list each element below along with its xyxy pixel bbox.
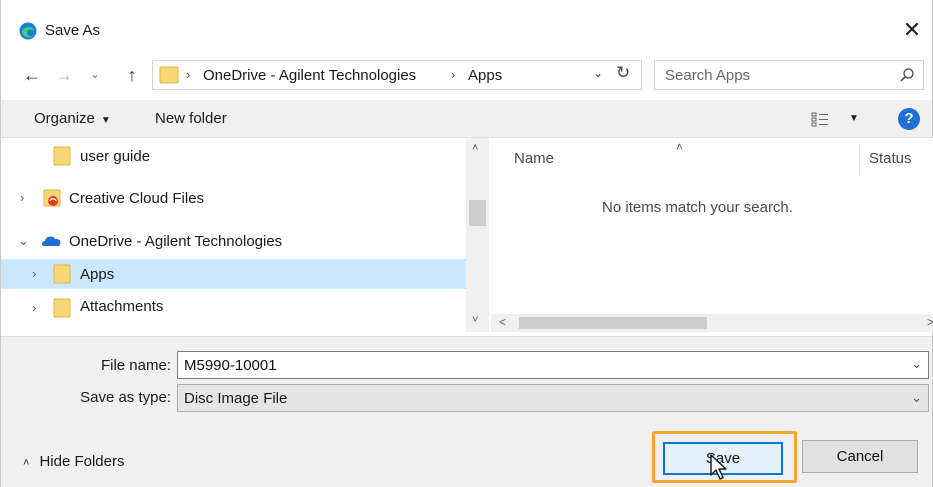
- folder-icon: [53, 298, 71, 318]
- address-dropdown-icon[interactable]: ⌄: [593, 66, 603, 80]
- breadcrumb-separator: ›: [451, 67, 456, 82]
- empty-list-message: No items match your search.: [602, 199, 793, 216]
- file-name-label: File name:: [100, 357, 171, 374]
- address-bar[interactable]: › OneDrive - Agilent Technologies › Apps…: [152, 60, 642, 90]
- folder-icon: [159, 66, 179, 84]
- chevron-right-icon[interactable]: ›: [20, 190, 24, 205]
- tree-item-label: user guide: [80, 148, 151, 165]
- folder-icon: [53, 264, 71, 284]
- cancel-button[interactable]: Cancel: [802, 440, 918, 473]
- new-folder-button[interactable]: New folder: [155, 110, 227, 127]
- breadcrumb-apps[interactable]: Apps: [468, 67, 502, 84]
- column-header-status[interactable]: Status: [869, 150, 912, 167]
- hide-folders-button[interactable]: ˄ Hide Folders: [23, 453, 124, 470]
- file-list-horizontal-scrollbar[interactable]: < >: [491, 314, 933, 332]
- help-icon[interactable]: ?: [898, 108, 920, 130]
- tree-item-user-guide[interactable]: user guide: [1, 141, 466, 171]
- recent-locations-button[interactable]: ⌄: [87, 62, 103, 88]
- hide-folders-label: Hide Folders: [39, 453, 125, 470]
- scroll-right-icon[interactable]: >: [927, 315, 933, 329]
- tree-item-label: Attachments: [80, 298, 164, 315]
- file-list-pane: ˄ Name Status No items match your search…: [491, 138, 933, 332]
- mouse-pointer-icon: [710, 454, 727, 480]
- organize-button[interactable]: Organize ▼: [34, 110, 111, 127]
- file-name-combobox[interactable]: ⌄: [177, 351, 929, 379]
- folder-icon: [53, 146, 71, 166]
- breadcrumb-separator: ›: [186, 67, 191, 82]
- column-header-name[interactable]: Name: [514, 150, 554, 167]
- scroll-left-icon[interactable]: <: [499, 315, 506, 329]
- tree-item-label: Apps: [80, 266, 115, 283]
- navigation-pane: user guide › Creative Cloud Files ⌄ OneD…: [1, 138, 489, 332]
- organize-label: Organize: [34, 110, 95, 127]
- save-as-type-value: Disc Image File: [184, 390, 288, 407]
- chevron-right-icon[interactable]: ›: [32, 266, 36, 281]
- chevron-down-icon[interactable]: ⌄: [18, 233, 29, 249]
- sort-indicator-icon: ˄: [676, 140, 684, 154]
- tree-item-creative-cloud-files[interactable]: › Creative Cloud Files: [1, 183, 466, 213]
- chevron-down-icon[interactable]: ⌄: [911, 356, 922, 372]
- tree-item-attachments[interactable]: › Attachments: [1, 293, 466, 323]
- search-icon[interactable]: [899, 67, 915, 83]
- view-dropdown-icon[interactable]: ▼: [849, 113, 859, 124]
- chevron-up-icon: ˄: [23, 457, 30, 469]
- navigation-bar: ← → ⌄ ↑ › OneDrive - Agilent Technologie…: [1, 56, 932, 96]
- navigation-pane-scrollbar[interactable]: ˄ ˅: [466, 138, 489, 332]
- chevron-down-icon[interactable]: ⌄: [911, 390, 922, 406]
- scroll-down-icon[interactable]: ˅: [472, 314, 478, 326]
- tree-item-apps[interactable]: › Apps: [1, 259, 466, 289]
- scroll-up-icon[interactable]: ˄: [472, 142, 478, 154]
- search-box[interactable]: [654, 60, 924, 90]
- breadcrumb-onedrive[interactable]: OneDrive - Agilent Technologies: [203, 67, 416, 84]
- refresh-icon[interactable]: ↻: [616, 63, 630, 83]
- column-divider[interactable]: [859, 144, 860, 174]
- scrollbar-thumb[interactable]: [519, 317, 707, 329]
- up-button[interactable]: ↑: [121, 62, 143, 88]
- tree-item-label: OneDrive - Agilent Technologies: [69, 233, 283, 250]
- edge-icon: [19, 22, 37, 40]
- creative-cloud-folder-icon: [43, 189, 61, 207]
- scrollbar-thumb[interactable]: [469, 200, 486, 226]
- back-button[interactable]: ←: [21, 62, 43, 88]
- onedrive-cloud-icon: [41, 236, 61, 246]
- command-bar: Organize ▼ New folder ▼ ?: [1, 100, 932, 138]
- view-options-icon[interactable]: [811, 111, 829, 127]
- save-as-dialog: Save As ✕ ← → ⌄ ↑ › OneDrive - Agilent T…: [0, 0, 933, 487]
- chevron-down-icon: ▼: [100, 115, 111, 126]
- title-bar: Save As ✕: [1, 0, 932, 56]
- close-button[interactable]: ✕: [892, 14, 932, 46]
- tree-item-onedrive[interactable]: ⌄ OneDrive - Agilent Technologies: [1, 226, 466, 256]
- chevron-right-icon[interactable]: ›: [32, 300, 36, 315]
- save-as-type-label: Save as type:: [80, 389, 171, 406]
- tree-item-label: Creative Cloud Files: [69, 190, 205, 207]
- file-name-input[interactable]: [184, 355, 884, 375]
- forward-button[interactable]: →: [53, 62, 75, 88]
- search-input[interactable]: [665, 65, 875, 85]
- window-title: Save As: [45, 22, 101, 39]
- save-as-type-select[interactable]: Disc Image File ⌄: [177, 384, 929, 412]
- save-options-area: File name: ⌄ Save as type: Disc Image Fi…: [1, 336, 932, 487]
